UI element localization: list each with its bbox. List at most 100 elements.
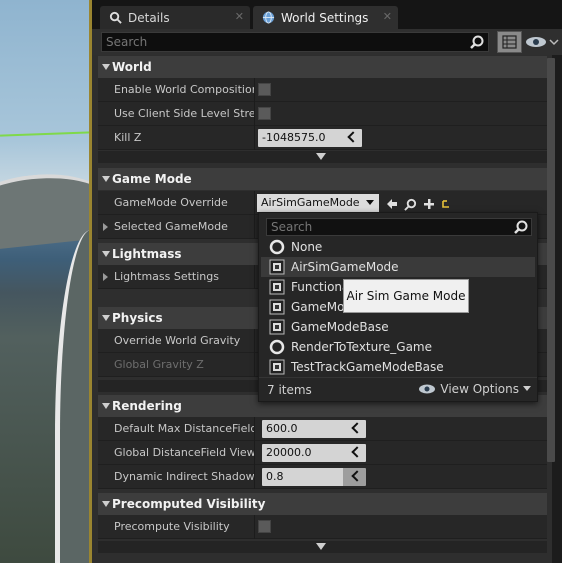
property-label: Precompute Visibility	[114, 520, 230, 533]
column-splitter[interactable]	[254, 191, 255, 215]
category-label: World	[112, 60, 152, 74]
column-splitter[interactable]	[254, 215, 255, 239]
expand-down-icon	[316, 153, 326, 160]
collapse-arrow-icon	[102, 251, 110, 257]
item-count: 7 items	[267, 383, 312, 397]
column-splitter[interactable]	[254, 417, 255, 441]
blueprint-icon	[269, 319, 285, 335]
view-options-button[interactable]: View Options	[418, 382, 531, 396]
category-game-mode[interactable]: Game Mode	[98, 168, 547, 190]
column-splitter[interactable]	[254, 353, 255, 377]
search-icon[interactable]	[514, 220, 528, 234]
option-label: AirSimGameMode	[291, 260, 399, 274]
category-label: Lightmass	[112, 247, 182, 261]
blueprint-icon	[269, 279, 285, 295]
tooltip: Air Sim Game Mode	[343, 279, 469, 313]
blueprint-icon	[269, 259, 285, 275]
circle-icon	[269, 339, 285, 355]
property-label: Selected GameMode	[114, 220, 228, 233]
row-precompute-visibility: Precompute Visibility	[98, 515, 547, 539]
column-splitter[interactable]	[254, 102, 255, 126]
gamemode-override-value: AirSimGameMode	[261, 196, 360, 209]
selection-line	[0, 131, 91, 137]
drag-handle-icon	[347, 131, 359, 143]
category-world[interactable]: World	[98, 56, 547, 78]
row-kill-z: Kill Z -1048575.0	[98, 126, 547, 150]
property-label: Lightmass Settings	[114, 270, 219, 283]
picker-search-input[interactable]	[267, 219, 507, 235]
column-splitter[interactable]	[254, 265, 255, 289]
collapse-arrow-icon	[102, 403, 110, 409]
picker-footer: 7 items View Options	[259, 377, 537, 401]
option-label: GameMo	[291, 300, 345, 314]
property-label: Override World Gravity	[114, 334, 241, 347]
gamemode-asset-actions	[386, 196, 451, 212]
reset-to-default-icon[interactable]	[441, 199, 451, 209]
blueprint-icon	[269, 359, 285, 375]
dynamic-shadows-value: 0.8	[266, 470, 284, 483]
category-label: Precomputed Visibility	[112, 497, 266, 511]
row-use-client-side-level-streaming: Use Client Side Level Stream	[98, 102, 547, 126]
view-options-label: View Options	[440, 382, 519, 396]
picker-option-rendertotexture[interactable]: RenderToTexture_Game	[261, 337, 535, 357]
picker-option-none[interactable]: None	[261, 237, 535, 257]
picker-search-box	[266, 218, 532, 236]
property-label: Default Max DistanceField C	[114, 422, 254, 435]
category-label: Rendering	[112, 399, 182, 413]
row-enable-world-composition: Enable World Composition	[98, 78, 547, 102]
category-precomputed-visibility[interactable]: Precomputed Visibility	[98, 493, 547, 515]
row-default-max-distancefield: Default Max DistanceField C 600.0	[98, 417, 547, 441]
advanced-expander[interactable]	[98, 151, 547, 163]
option-label: None	[291, 240, 323, 254]
category-label: Game Mode	[112, 172, 192, 186]
eye-icon	[419, 384, 436, 394]
max-distancefield-value: 600.0	[266, 422, 298, 435]
column-splitter[interactable]	[254, 329, 255, 353]
expand-arrow-icon[interactable]	[103, 273, 108, 281]
column-splitter[interactable]	[254, 515, 255, 539]
drag-handle-icon	[351, 446, 363, 458]
kill-z-input[interactable]: -1048575.0	[258, 129, 362, 147]
property-label: Enable World Composition	[114, 83, 254, 96]
enable-world-composition-checkbox[interactable]	[258, 83, 271, 96]
global-distancefield-input[interactable]: 20000.0	[262, 444, 366, 462]
arrow-left-icon[interactable]	[386, 198, 398, 210]
collapse-arrow-icon	[102, 315, 110, 321]
property-label: Global Gravity Z	[114, 358, 204, 371]
client-side-streaming-checkbox[interactable]	[258, 107, 271, 120]
column-splitter[interactable]	[254, 126, 255, 150]
level-viewport[interactable]	[0, 0, 91, 563]
max-distancefield-input[interactable]: 600.0	[262, 420, 366, 438]
row-global-distancefield-view: Global DistanceField View D 20000.0	[98, 441, 547, 465]
collapse-arrow-icon	[102, 176, 110, 182]
property-label: Use Client Side Level Stream	[114, 107, 254, 120]
picker-option-airsimgamemode[interactable]: AirSimGameMode	[261, 257, 535, 277]
scrollbar[interactable]	[547, 58, 555, 462]
property-label: GameMode Override	[114, 196, 228, 209]
circle-icon	[269, 239, 285, 255]
gamemode-override-combo[interactable]: AirSimGameMode	[257, 194, 379, 212]
browse-search-icon[interactable]	[404, 198, 417, 211]
chevron-down-icon	[366, 200, 374, 205]
collapse-arrow-icon	[102, 501, 110, 507]
column-splitter[interactable]	[254, 441, 255, 465]
category-label: Physics	[112, 311, 163, 325]
advanced-expander[interactable]	[98, 541, 547, 553]
plus-icon[interactable]	[423, 198, 435, 210]
global-distancefield-value: 20000.0	[266, 446, 312, 459]
option-label: TestTrackGameModeBase	[291, 360, 444, 374]
precompute-visibility-checkbox[interactable]	[258, 520, 271, 533]
option-label: Functiona	[291, 280, 350, 294]
picker-option-testtrackgamemodebase[interactable]: TestTrackGameModeBase	[261, 357, 535, 377]
dynamic-shadows-slider[interactable]: 0.8	[262, 468, 366, 486]
blueprint-icon	[269, 299, 285, 315]
picker-option-gamemodebase[interactable]: GameModeBase	[261, 317, 535, 337]
expand-arrow-icon[interactable]	[103, 223, 108, 231]
column-splitter[interactable]	[254, 465, 255, 489]
chevron-down-icon	[523, 386, 531, 391]
column-splitter[interactable]	[254, 78, 255, 102]
road-curve	[55, 230, 91, 563]
row-dynamic-indirect-shadows: Dynamic Indirect Shadows S 0.8	[98, 465, 547, 489]
road-surface	[0, 167, 91, 253]
expand-down-icon	[316, 543, 326, 550]
